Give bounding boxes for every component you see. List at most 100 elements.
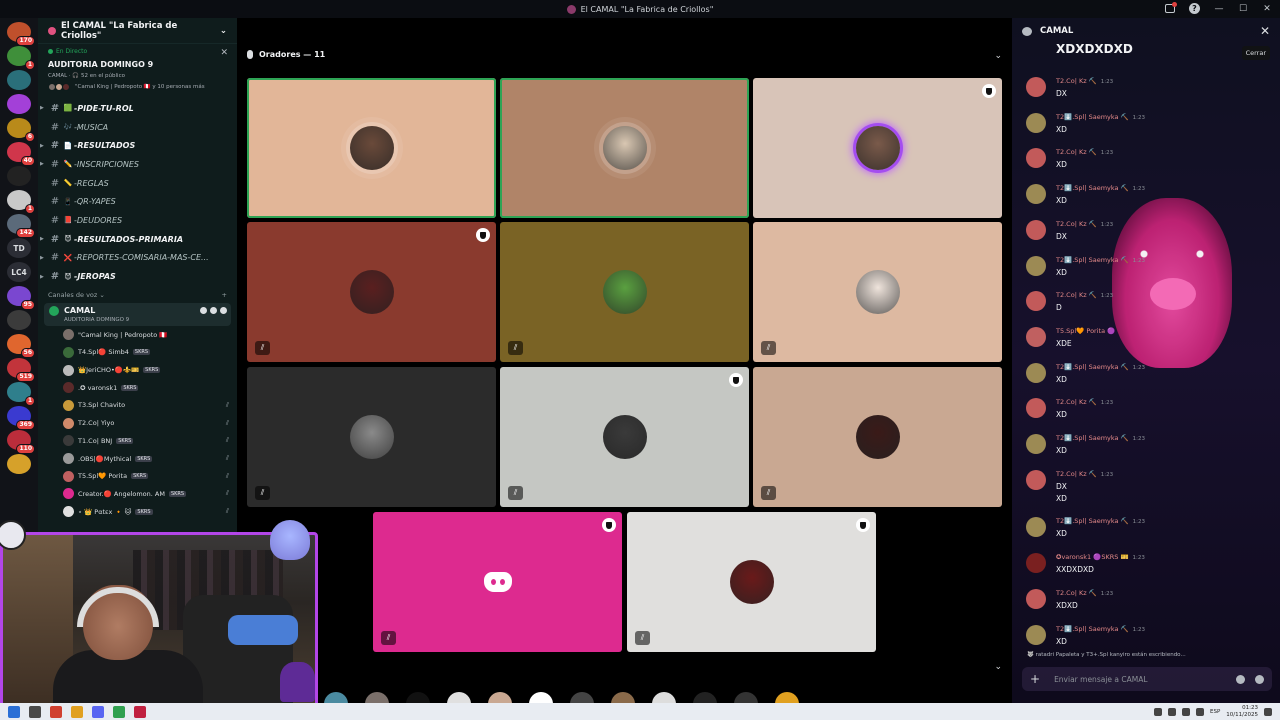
avatar[interactable]: [529, 692, 553, 703]
wifi-icon[interactable]: [1182, 707, 1190, 716]
server-icon[interactable]: 369: [7, 406, 35, 430]
speaker-tile[interactable]: [753, 78, 1002, 218]
server-icon[interactable]: [7, 454, 31, 474]
message-author[interactable]: T2.Co| Kz ⛏️ 1:23: [1056, 148, 1113, 156]
voice-member[interactable]: .✪ varonsk1 SKRS: [38, 379, 237, 397]
server-icon[interactable]: 1: [7, 46, 35, 70]
message-author[interactable]: T2⬇️.Spl| Saemyka ⛏️ 1:23: [1056, 363, 1145, 371]
language-indicator[interactable]: ESP: [1210, 709, 1220, 715]
speaker-tile[interactable]: ⫽: [373, 512, 622, 652]
avatar[interactable]: [652, 692, 676, 703]
invite-icon[interactable]: [210, 306, 217, 314]
voice-member[interactable]: ⋆ 👑 Pαtεx 🔸 🐱 SKRS ⫽: [38, 503, 237, 521]
message-author[interactable]: T2.Co| Kz ⛏️ 1:23: [1056, 398, 1113, 406]
help-icon[interactable]: ?: [1189, 3, 1200, 14]
avatar[interactable]: [1026, 469, 1046, 490]
speaker-tile[interactable]: ⫽: [247, 367, 496, 507]
chevron-down-icon[interactable]: ⌄: [994, 662, 1002, 672]
server-icon[interactable]: [7, 166, 31, 186]
voice-member[interactable]: 👑JeriCHO•🔴⚜️🎫 SKRS: [38, 361, 237, 379]
server-icon[interactable]: 95: [7, 286, 35, 310]
server-icon[interactable]: TD: [7, 238, 31, 258]
maximize-button[interactable]: ☐: [1238, 4, 1248, 14]
message-author[interactable]: T2.Co| Kz ⛏️ 1:23: [1056, 589, 1113, 597]
search-icon[interactable]: [29, 705, 41, 718]
server-icon[interactable]: 40: [7, 142, 35, 166]
avatar[interactable]: [1026, 291, 1046, 312]
channel-item[interactable]: ▶ # ✏️ -INSCRIPCIONES: [38, 155, 237, 174]
voice-member[interactable]: T4.Spl🔴 Simb4 SKRS: [38, 344, 237, 362]
add-channel-icon[interactable]: +: [222, 291, 227, 299]
volume-icon[interactable]: [1196, 707, 1204, 716]
avatar[interactable]: [1026, 398, 1046, 419]
voice-member[interactable]: T1.Co| BNJ SKRS ⫽: [38, 432, 237, 450]
server-icon[interactable]: LC4: [7, 262, 31, 282]
voice-member[interactable]: "Camal King | Pedropoto 🇵🇪: [38, 326, 237, 344]
chevron-down-icon[interactable]: ⌄: [220, 26, 227, 36]
app-icon[interactable]: [50, 705, 62, 718]
channel-item[interactable]: ▶ # 😈 -JEROPAS: [38, 267, 237, 286]
inbox-icon[interactable]: [1165, 2, 1177, 13]
voice-member[interactable]: Creator.🔴 Angelomon. AM SKRS ⫽: [38, 485, 237, 503]
avatar[interactable]: [611, 692, 635, 703]
avatar[interactable]: [324, 692, 348, 703]
server-icon[interactable]: 519: [7, 358, 35, 382]
tray-icon[interactable]: [1168, 707, 1176, 716]
voice-member[interactable]: T5.Spl🧡 Porita SKRS ⫽: [38, 467, 237, 485]
message-author[interactable]: T2.Co| Kz ⛏️ 1:23: [1056, 77, 1113, 85]
voice-member[interactable]: T2.Co| Yiyo ⫽: [38, 414, 237, 432]
channel-item[interactable]: # 📕 -DEUDORES: [38, 211, 237, 230]
server-icon[interactable]: 170: [7, 22, 35, 46]
message-author[interactable]: T2.Co| Kz ⛏️ 1:23: [1056, 470, 1113, 478]
app-icon[interactable]: [113, 705, 125, 718]
speaker-tile[interactable]: ⫽: [247, 222, 496, 362]
app-icon[interactable]: [71, 705, 83, 718]
speaker-tile[interactable]: [247, 78, 496, 218]
chevron-down-icon[interactable]: ⌄: [994, 51, 1002, 61]
avatar[interactable]: [1026, 588, 1046, 609]
message-author[interactable]: T2⬇️.Spl| Saemyka ⛏️ 1:23: [1056, 434, 1145, 442]
avatar[interactable]: [1026, 326, 1046, 347]
emoji-icon[interactable]: [1236, 674, 1245, 684]
voice-member[interactable]: T3.Spl Chavito ⫽: [38, 397, 237, 415]
close-icon[interactable]: ✕: [220, 48, 228, 58]
avatar[interactable]: [1026, 553, 1046, 574]
gear-icon[interactable]: [220, 306, 227, 314]
message-author[interactable]: T2⬇️.Spl| Saemyka ⛏️ 1:23: [1056, 625, 1145, 633]
avatar[interactable]: [488, 692, 512, 703]
apps-icon[interactable]: [1255, 674, 1264, 684]
avatar[interactable]: [406, 692, 430, 703]
voice-category[interactable]: Canales de voz ⌄ +: [38, 286, 237, 301]
speaker-tile[interactable]: ⫽: [753, 367, 1002, 507]
server-icon[interactable]: 6: [7, 118, 35, 142]
minimize-button[interactable]: —: [1214, 4, 1224, 14]
close-icon[interactable]: ✕: [1260, 24, 1270, 38]
add-attachment-icon[interactable]: +: [1030, 672, 1040, 686]
speaker-tile[interactable]: [500, 78, 749, 218]
channel-item[interactable]: # 📏 -REGLAS: [38, 174, 237, 193]
message-author[interactable]: ✪varonsk1 🟣SKRS 🎫 1:23: [1056, 553, 1145, 561]
server-icon[interactable]: 110: [7, 430, 35, 454]
message-author[interactable]: T2⬇️.Spl| Saemyka ⛏️ 1:23: [1056, 113, 1145, 121]
server-icon[interactable]: [7, 310, 31, 330]
avatar[interactable]: [775, 692, 799, 703]
notification-icon[interactable]: [1264, 707, 1272, 716]
app-icon[interactable]: [134, 705, 146, 718]
server-icon[interactable]: 1: [7, 382, 35, 406]
avatar[interactable]: [1026, 148, 1046, 169]
speaker-tile[interactable]: ⫽: [627, 512, 876, 652]
windows-start-icon[interactable]: [8, 705, 20, 718]
avatar[interactable]: [365, 692, 389, 703]
message-author[interactable]: T2.Co| Kz ⛏️ 1:23: [1056, 220, 1113, 228]
voice-member[interactable]: .OBS|🔴Mythical SKRS ⫽: [38, 450, 237, 468]
channel-item[interactable]: ▶ # ❌ -REPORTES-COMISARIA-MAS-CE...: [38, 249, 237, 268]
avatar[interactable]: [1026, 624, 1046, 645]
speaker-tile[interactable]: ⫽: [500, 222, 749, 362]
channel-item[interactable]: # 🎶 -MUSICA: [38, 118, 237, 137]
live-stage-card[interactable]: En Directo ✕ AUDITORIA DOMINGO 9 CAMAL ·…: [38, 44, 237, 93]
avatar[interactable]: [1026, 112, 1046, 133]
avatar[interactable]: [1026, 77, 1046, 97]
speaker-tile[interactable]: ⫽: [500, 367, 749, 507]
avatar[interactable]: [693, 692, 717, 703]
avatar[interactable]: [1026, 219, 1046, 240]
